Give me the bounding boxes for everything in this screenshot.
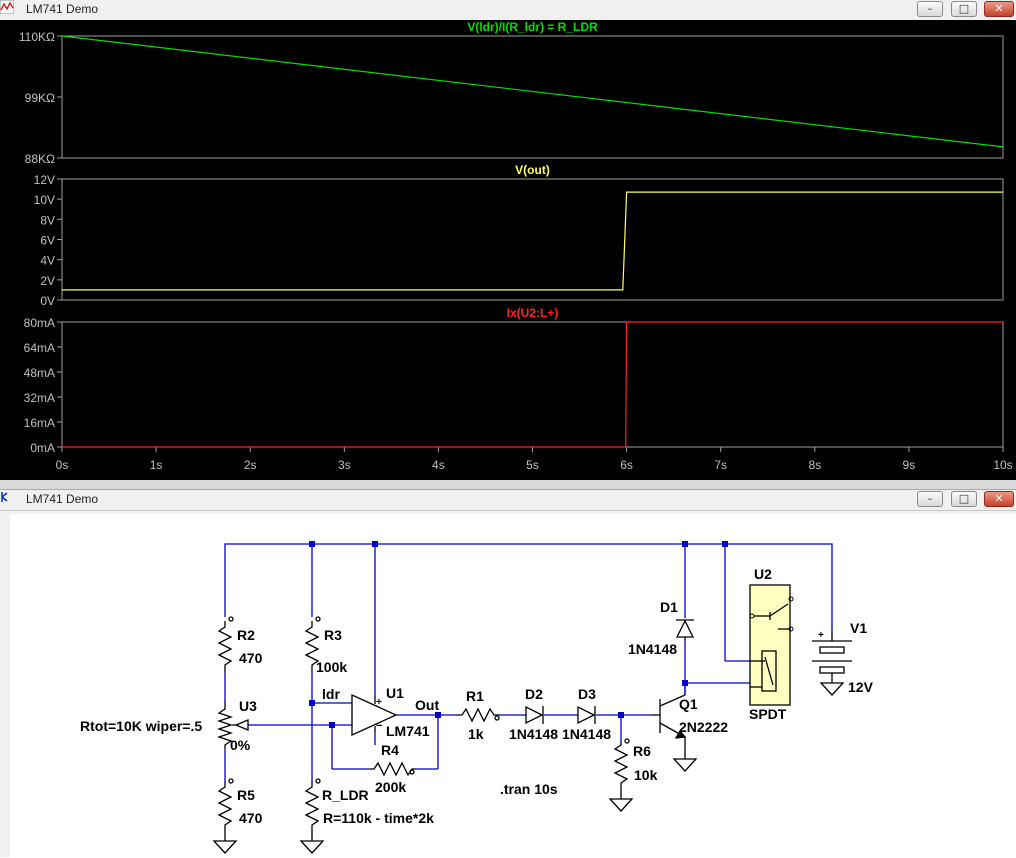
label-out-net: Out <box>415 697 439 713</box>
xtick-label: 0s <box>56 458 69 472</box>
resistor-r5[interactable] <box>217 778 234 839</box>
xtick-label: 1s <box>150 458 163 472</box>
label-d1-model: 1N4148 <box>628 641 677 657</box>
label-d1-name: D1 <box>660 599 678 615</box>
label-u2-model: SPDT <box>749 706 787 722</box>
label-d3-name: D3 <box>578 686 596 702</box>
schematic-window-title: LM741 Demo <box>26 492 99 506</box>
schematic-canvas[interactable]: R2 470 R3 100k U3 Rtot=10K wiper=.5 0% R… <box>10 514 1016 858</box>
schematic-editor-window: LM741 Demo – □ ✕ R2 470 R3 100k U3 Rtot=… <box>0 489 1016 858</box>
schematic-titlebar[interactable]: LM741 Demo – □ ✕ <box>0 490 1016 511</box>
diode-d3[interactable] <box>577 705 596 725</box>
label-u3-name: U3 <box>239 698 257 714</box>
xtick-label: 7s <box>714 458 727 472</box>
relay-u2[interactable] <box>749 584 794 706</box>
resistor-r2[interactable] <box>217 616 234 673</box>
label-rldr-value: R=110k - time*2k <box>323 810 434 826</box>
ytick-label: 99KΩ <box>25 91 55 105</box>
label-d2-model: 1N4148 <box>509 726 558 742</box>
xtick-label: 9s <box>903 458 916 472</box>
label-r3-name: R3 <box>324 627 342 643</box>
label-rldr-name: R_LDR <box>322 787 369 803</box>
ytick-label: 10V <box>34 193 55 207</box>
window-separator <box>0 480 1016 489</box>
label-r4-name: R4 <box>381 742 399 758</box>
label-q1-model: 2N2222 <box>679 719 728 735</box>
label-opamp-minus: − <box>376 720 382 732</box>
label-v1-name: V1 <box>850 620 867 636</box>
label-ldr-net: ldr <box>322 686 340 702</box>
label-r1-name: R1 <box>466 688 484 704</box>
pane-title-current[interactable]: Ix(U2:L+) <box>507 306 559 320</box>
label-q1-name: Q1 <box>679 696 698 712</box>
ytick-label: 6V <box>40 234 55 248</box>
label-d2-name: D2 <box>525 686 543 702</box>
ytick-label: 0mA <box>30 441 55 455</box>
schematic-drawing[interactable]: R2 470 R3 100k U3 Rtot=10K wiper=.5 0% R… <box>10 514 1016 858</box>
label-r5-name: R5 <box>237 787 255 803</box>
ytick-label: 88KΩ <box>25 152 55 166</box>
ytick-label: 4V <box>40 254 55 268</box>
label-u3-param: Rtot=10K wiper=.5 <box>80 718 202 734</box>
label-u1-model: LM741 <box>386 723 430 739</box>
label-v1-value: 12V <box>848 679 874 695</box>
waveform-plot-area[interactable]: V(ldr)/I(R_ldr) = R_LDR 110KΩ 99KΩ 88KΩ V(ou… <box>0 0 1016 480</box>
ytick-label: 64mA <box>24 341 55 355</box>
ytick-label: 32mA <box>24 391 55 405</box>
label-battery-plus: + <box>818 630 824 641</box>
ytick-label: 2V <box>40 274 55 288</box>
diode-d1[interactable] <box>675 619 695 641</box>
label-r6-name: R6 <box>633 743 651 759</box>
xtick-label: 4s <box>432 458 445 472</box>
label-u2-name: U2 <box>754 566 772 582</box>
ytick-label: 110KΩ <box>19 30 55 44</box>
ytick-label: 0V <box>40 294 55 308</box>
label-u3-percent: 0% <box>230 737 251 753</box>
label-u1-name: U1 <box>386 685 404 701</box>
resistor-r1[interactable] <box>456 707 500 723</box>
schematic-app-icon <box>1 492 8 502</box>
label-d3-model: 1N4148 <box>562 726 611 742</box>
label-opamp-plus: + <box>376 697 382 708</box>
xtick-label: 6s <box>620 458 633 472</box>
label-r2-name: R2 <box>237 627 255 643</box>
ytick-label: 16mA <box>24 416 55 430</box>
spice-directive-tran[interactable]: .tran 10s <box>500 781 558 797</box>
ytick-label: 8V <box>40 213 55 227</box>
label-r4-value: 200k <box>375 779 406 795</box>
resistor-r-ldr[interactable] <box>304 778 321 839</box>
xtick-label: 2s <box>244 458 257 472</box>
schematic-minimize-button[interactable]: – <box>917 491 943 507</box>
label-r1-value: 1k <box>468 726 484 742</box>
label-r6-value: 10k <box>634 767 658 783</box>
resistor-r4[interactable] <box>370 761 416 777</box>
schematic-close-button[interactable]: ✕ <box>984 491 1014 507</box>
xtick-label: 5s <box>526 458 539 472</box>
junction-dots <box>309 541 728 728</box>
label-r2-value: 470 <box>239 650 263 666</box>
waveform-viewer-window: LM741 Demo – □ ✕ V(ldr)/I(R_ldr) = R_LDR… <box>0 0 1016 480</box>
resistor-r6[interactable] <box>613 738 630 797</box>
ytick-label: 48mA <box>24 366 55 380</box>
schematic-maximize-button[interactable]: □ <box>951 491 977 507</box>
ytick-label: 80mA <box>24 316 55 330</box>
pane-title-rldr[interactable]: V(ldr)/I(R_ldr) = R_LDR <box>467 20 598 34</box>
pane-title-vout[interactable]: V(out) <box>515 163 550 177</box>
xtick-label: 3s <box>338 458 351 472</box>
diode-d2[interactable] <box>525 705 544 725</box>
xtick-label: 8s <box>808 458 821 472</box>
label-r5-value: 470 <box>239 810 263 826</box>
label-r3-value: 100k <box>316 659 347 675</box>
xtick-label: 10s <box>993 458 1012 472</box>
ytick-label: 12V <box>34 173 55 187</box>
